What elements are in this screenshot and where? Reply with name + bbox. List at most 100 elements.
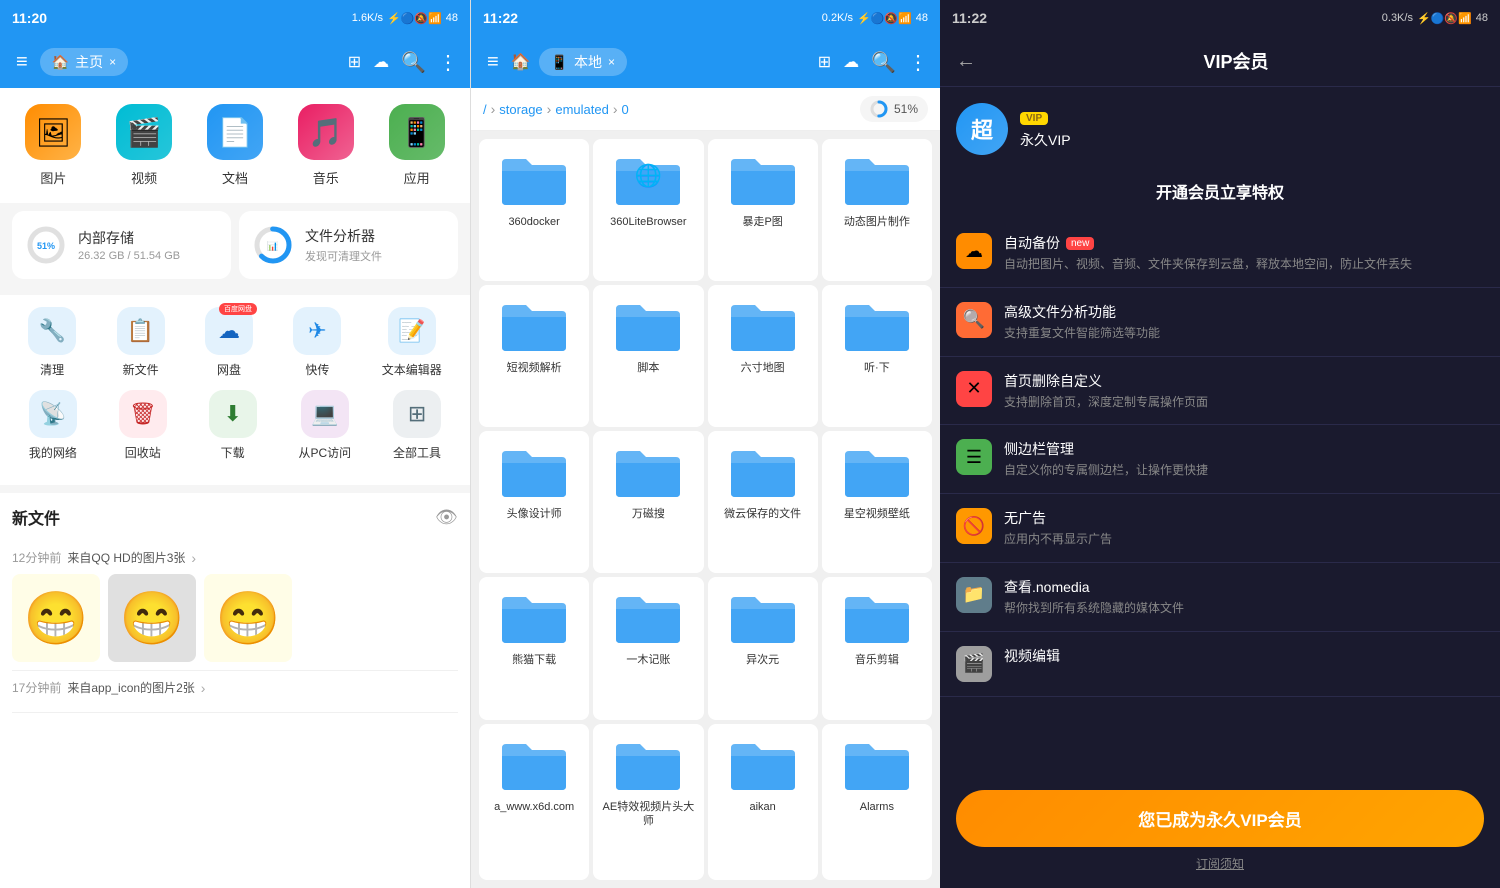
more-icon-1[interactable]: ⋮ bbox=[438, 50, 458, 75]
breadcrumb-0[interactable]: 0 bbox=[622, 102, 629, 117]
file-grid-item[interactable]: AE特效视频片头大师 bbox=[593, 724, 703, 880]
folder-icon bbox=[612, 734, 684, 794]
breadcrumb-emulated[interactable]: emulated bbox=[555, 102, 608, 117]
folder-icon bbox=[612, 587, 684, 647]
file-name: a_www.x6d.com bbox=[494, 800, 574, 814]
pc-icon: 💻 bbox=[301, 390, 349, 438]
feature-title-sidebar: 侧边栏管理 bbox=[1004, 439, 1484, 459]
folder-icon bbox=[498, 734, 570, 794]
file-grid-item[interactable]: 万磁搜 bbox=[593, 431, 703, 573]
category-music[interactable]: 🎵 音乐 bbox=[298, 104, 354, 187]
file-time-1: 17分钟前 bbox=[12, 679, 61, 696]
breadcrumb-root[interactable]: / bbox=[483, 102, 487, 117]
tool-pcaccess[interactable]: 💻 从PC访问 bbox=[299, 390, 352, 461]
panel-vip: 11:22 0.3K/s ⚡🔵🔕📶 48 ← VIP会员 超 VIP 永久VIP… bbox=[940, 0, 1500, 888]
tab-local[interactable]: 📱 本地 × bbox=[539, 48, 627, 76]
file-name: AE特效视频片头大师 bbox=[597, 800, 699, 829]
cloud-nav-icon-1[interactable]: ☁ bbox=[373, 52, 389, 72]
file-grid-item[interactable]: 头像设计师 bbox=[479, 431, 589, 573]
tab-home[interactable]: 🏠 主页 × bbox=[40, 48, 128, 76]
tab-home-label: 主页 bbox=[75, 52, 103, 72]
file-grid-item[interactable]: aikan bbox=[708, 724, 818, 880]
close-tab-local[interactable]: × bbox=[608, 55, 615, 69]
file-arrow-0: › bbox=[191, 550, 196, 566]
vip-sub-text[interactable]: 订阅须知 bbox=[956, 855, 1484, 872]
tool-download[interactable]: ⬇ 下载 bbox=[209, 390, 257, 461]
file-grid-item[interactable]: 微云保存的文件 bbox=[708, 431, 818, 573]
vip-username: 永久VIP bbox=[1020, 130, 1071, 150]
new-badge: new bbox=[1066, 237, 1094, 250]
tool-cloud[interactable]: ☁ 百度网盘 网盘 bbox=[205, 307, 253, 378]
file-grid-item[interactable]: 六寸地图 bbox=[708, 285, 818, 427]
add-tab-icon-1[interactable]: ⊞ bbox=[348, 52, 361, 72]
feature-title-delete: 首页删除自定义 bbox=[1004, 371, 1484, 391]
file-grid-item[interactable]: 异次元 bbox=[708, 577, 818, 719]
file-grid-item[interactable]: 脚本 bbox=[593, 285, 703, 427]
tool-alltools[interactable]: ⊞ 全部工具 bbox=[393, 390, 441, 461]
feature-text-backup: 自动备份new 自动把图片、视频、音频、文件夹保存到云盘，释放本地空间，防止文件… bbox=[1004, 233, 1484, 273]
tool-transfer[interactable]: ✈ 快传 bbox=[293, 307, 341, 378]
file-name: 异次元 bbox=[746, 653, 779, 667]
menu-icon-1[interactable]: ≡ bbox=[12, 47, 32, 78]
file-grid-item[interactable]: 360docker bbox=[479, 139, 589, 281]
clean-label: 清理 bbox=[40, 361, 64, 378]
file-grid-item[interactable]: 音乐剪辑 bbox=[822, 577, 932, 719]
file-name: 一木记账 bbox=[626, 653, 670, 667]
file-grid-item[interactable]: 动态图片制作 bbox=[822, 139, 932, 281]
vip-profile-info: VIP 永久VIP bbox=[1020, 108, 1071, 150]
search-icon-1[interactable]: 🔍 bbox=[401, 50, 426, 75]
tool-trash[interactable]: 🗑 回收站 bbox=[119, 390, 167, 461]
tool-clean[interactable]: 🔧 清理 bbox=[28, 307, 76, 378]
time-3: 11:22 bbox=[952, 10, 987, 26]
file-grid-item[interactable]: 听·下 bbox=[822, 285, 932, 427]
status-icons-2: ⚡🔵🔕📶 bbox=[857, 12, 912, 25]
transfer-icon: ✈ bbox=[293, 307, 341, 355]
file-name: 熊猫下载 bbox=[512, 653, 556, 667]
add-tab-icon-2[interactable]: ⊞ bbox=[818, 52, 831, 72]
vip-join-button[interactable]: 您已成为永久VIP会员 bbox=[956, 790, 1484, 847]
category-apps[interactable]: 📱 应用 bbox=[389, 104, 445, 187]
file-name: 动态图片制作 bbox=[844, 215, 910, 229]
vip-features: ☁ 自动备份new 自动把图片、视频、音频、文件夹保存到云盘，释放本地空间，防止… bbox=[940, 219, 1500, 778]
back-button[interactable]: ← bbox=[956, 50, 976, 73]
folder-icon bbox=[727, 295, 799, 355]
file-analyzer-card[interactable]: 📊 文件分析器 发现可清理文件 bbox=[239, 211, 458, 279]
tool-text[interactable]: 📝 文本编辑器 bbox=[382, 307, 442, 378]
file-arrow-1: › bbox=[201, 680, 206, 696]
feature-text-nomedia: 查看.nomedia 帮你找到所有系统隐藏的媒体文件 bbox=[1004, 577, 1484, 617]
file-grid-item[interactable]: 短视频解析 bbox=[479, 285, 589, 427]
breadcrumb-storage[interactable]: storage bbox=[499, 102, 542, 117]
file-grid-item[interactable]: Alarms bbox=[822, 724, 932, 880]
file-grid-item[interactable]: 一木记账 bbox=[593, 577, 703, 719]
file-grid-item[interactable]: a_www.x6d.com bbox=[479, 724, 589, 880]
internal-storage-usage: 26.32 GB / 51.54 GB bbox=[78, 250, 219, 262]
internal-storage-card[interactable]: 51% 内部存储 26.32 GB / 51.54 GB bbox=[12, 211, 231, 279]
newfiles-item-0[interactable]: 12分钟前 来自QQ HD的图片3张 › 😁 😁 😁 bbox=[12, 541, 458, 671]
cloud-nav-icon-2[interactable]: ☁ bbox=[843, 52, 859, 72]
newfiles-eye-icon[interactable]: 👁 bbox=[435, 507, 458, 528]
file-grid-item[interactable]: 星空视频壁纸 bbox=[822, 431, 932, 573]
tool-network[interactable]: 📡 我的网络 bbox=[29, 390, 77, 461]
category-images[interactable]: 🖼 图片 bbox=[25, 104, 81, 187]
tools-row-1: 🔧 清理 📋 新文件 ☁ 百度网盘 网盘 ✈ 快传 📝 文本编辑器 bbox=[8, 307, 462, 378]
newfiles-item-1[interactable]: 17分钟前 来自app_icon的图片2张 › bbox=[12, 671, 458, 713]
category-docs[interactable]: 📄 文档 bbox=[207, 104, 263, 187]
storage-info: 内部存储 26.32 GB / 51.54 GB bbox=[78, 228, 219, 262]
tool-newfile[interactable]: 📋 新文件 bbox=[117, 307, 165, 378]
file-name: aikan bbox=[749, 800, 775, 814]
category-img-icon: 🖼 bbox=[25, 104, 81, 160]
file-grid-item[interactable]: 🌐 360LiteBrowser bbox=[593, 139, 703, 281]
search-icon-2[interactable]: 🔍 bbox=[871, 50, 896, 75]
feature-title-analyze: 高级文件分析功能 bbox=[1004, 302, 1484, 322]
folder-icon bbox=[727, 149, 799, 209]
network-speed-2: 0.2K/s bbox=[822, 12, 853, 24]
file-grid-item[interactable]: 熊猫下载 bbox=[479, 577, 589, 719]
menu-icon-2[interactable]: ≡ bbox=[483, 47, 503, 78]
folder-icon bbox=[841, 295, 913, 355]
more-icon-2[interactable]: ⋮ bbox=[908, 50, 928, 75]
category-video[interactable]: 🎬 视频 bbox=[116, 104, 172, 187]
close-tab-home[interactable]: × bbox=[109, 55, 116, 69]
tools-row-2: 📡 我的网络 🗑 回收站 ⬇ 下载 💻 从PC访问 ⊞ 全部工具 bbox=[8, 390, 462, 461]
file-grid-item[interactable]: 暴走P图 bbox=[708, 139, 818, 281]
home-nav-icon-2[interactable]: 🏠 bbox=[511, 52, 531, 72]
